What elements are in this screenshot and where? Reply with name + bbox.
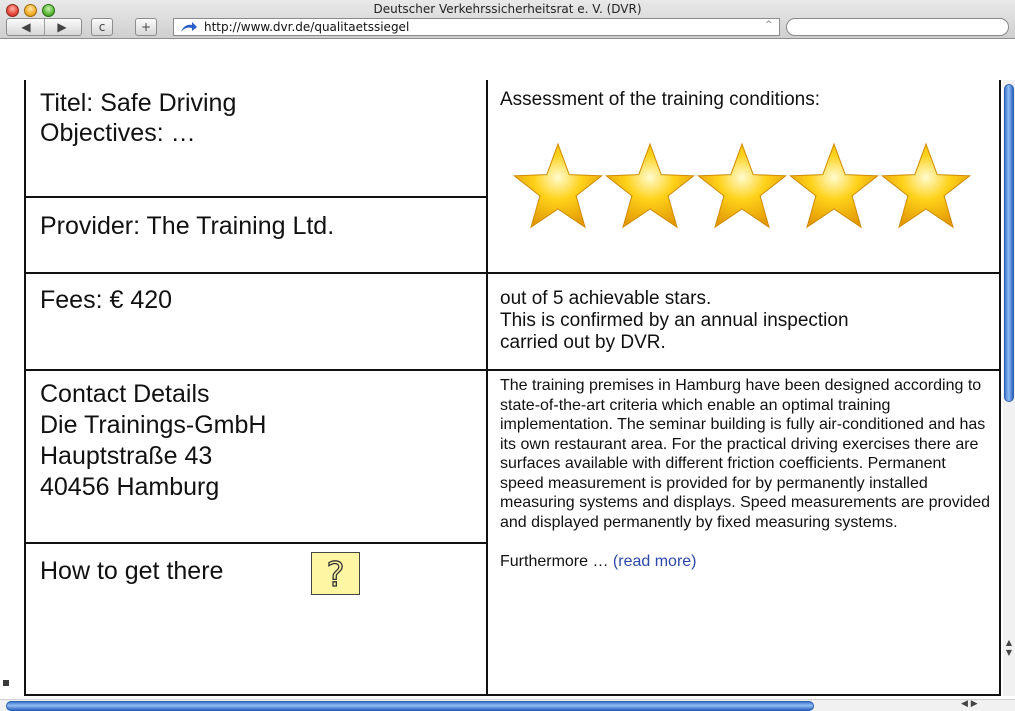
contact-company: Die Trainings-GmbH	[40, 411, 267, 439]
star-icon	[880, 142, 972, 229]
assessment-heading-cell: Assessment of the training conditions:	[500, 89, 990, 111]
add-bookmark-button[interactable]: +	[135, 18, 157, 36]
description-text: The training premises in Hamburg have be…	[500, 377, 991, 531]
row-divider	[26, 369, 1001, 371]
course-title-cell: Titel: Safe Driving Objectives: …	[40, 88, 480, 148]
course-objectives: Objectives: …	[40, 119, 196, 147]
vertical-scroll-arrows[interactable]: ▲ ▼	[1003, 638, 1015, 658]
scroll-corner-marker	[3, 680, 9, 686]
star-icon	[788, 142, 880, 229]
course-title: Titel: Safe Driving	[40, 89, 237, 117]
contact-heading: Contact Details	[40, 380, 210, 408]
horizontal-scrollbar[interactable]	[0, 699, 1015, 711]
provider-cell: Provider: The Training Ltd.	[40, 211, 480, 241]
right-edge-line	[999, 80, 1001, 200]
star-rating	[512, 142, 972, 229]
star-icon	[696, 142, 788, 229]
contact-street: Hauptstraße 43	[40, 442, 213, 470]
contact-city: 40456 Hamburg	[40, 473, 220, 501]
row-divider	[26, 542, 488, 544]
column-divider	[486, 80, 488, 696]
assessment-heading: Assessment of the training conditions:	[500, 89, 821, 110]
assessment-line-3: carried out by DVR.	[500, 332, 666, 353]
description-more: Furthermore … (read more)	[500, 552, 992, 572]
vertical-scrollbar[interactable]	[1003, 80, 1015, 696]
search-field[interactable]	[786, 18, 1009, 36]
horizontal-scroll-thumb[interactable]	[6, 701, 814, 711]
assessment-line-1: out of 5 achievable stars.	[500, 288, 712, 309]
row-divider	[26, 272, 1001, 274]
horizontal-scroll-arrows[interactable]: ◀ ▶	[961, 699, 978, 709]
row-divider	[26, 196, 488, 198]
how-to-get-there-help-button[interactable]: ?	[311, 552, 360, 596]
description-cell: The training premises in Hamburg have be…	[500, 376, 992, 572]
url-arrow-icon	[181, 22, 197, 32]
star-icon	[604, 142, 696, 229]
url-dropdown-icon[interactable]: ^	[765, 20, 773, 30]
quality-seal-table: Titel: Safe Driving Objectives: … Provid…	[24, 80, 1001, 696]
more-prefix: Furthermore …	[500, 553, 609, 570]
assessment-line-2: This is confirmed by an annual inspectio…	[500, 310, 849, 331]
reload-button[interactable]: c	[91, 18, 113, 36]
back-forward-buttons: ◀ ▶	[6, 18, 82, 36]
address-bar[interactable]: http://www.dvr.de/qualitaetssiegel	[173, 18, 780, 36]
url-text: http://www.dvr.de/qualitaetssiegel	[204, 20, 410, 34]
contact-cell: Contact Details Die Trainings-GmbH Haupt…	[40, 379, 480, 503]
question-mark-glyph: ?	[326, 555, 344, 594]
directions-cell: How to get there	[40, 556, 340, 586]
vertical-scroll-thumb[interactable]	[1004, 84, 1014, 402]
window-title: Deutscher Verkehrssicherheitsrat e. V. (…	[373, 2, 642, 16]
star-icon	[512, 142, 604, 229]
course-provider: Provider: The Training Ltd.	[40, 212, 335, 240]
button-divider	[44, 19, 45, 35]
assessment-text-cell: out of 5 achievable stars. This is confi…	[500, 288, 990, 354]
course-fees: Fees: € 420	[40, 286, 173, 314]
fees-cell: Fees: € 420	[40, 285, 480, 315]
forward-button[interactable]: ▶	[44, 19, 80, 35]
back-button[interactable]: ◀	[8, 19, 44, 35]
directions-label: How to get there	[40, 557, 224, 585]
question-mark-icon: ?	[326, 554, 345, 595]
window-titlebar: Deutscher Verkehrssicherheitsrat e. V. (…	[0, 0, 1015, 39]
read-more-link[interactable]: (read more)	[613, 553, 697, 570]
